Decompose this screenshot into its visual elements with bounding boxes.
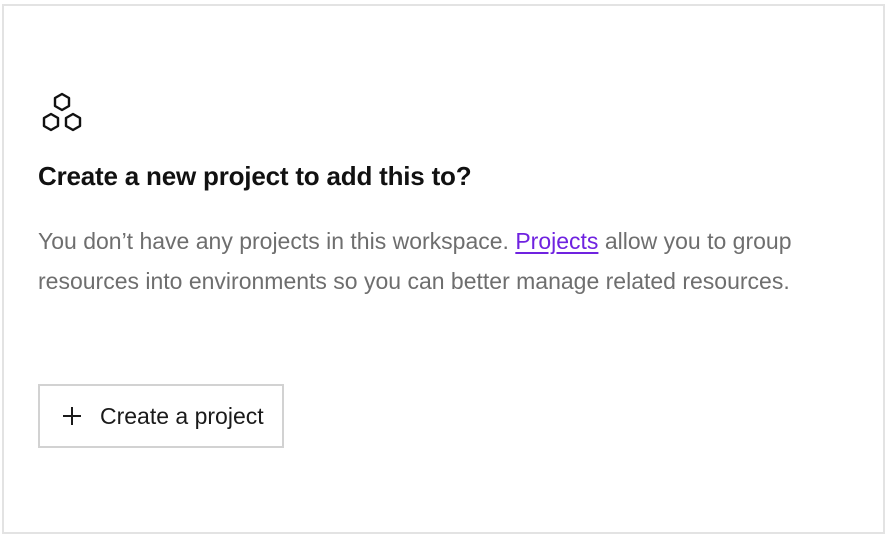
empty-state-card: Create a new project to add this to? You… [2, 4, 885, 534]
projects-link[interactable]: Projects [515, 228, 598, 254]
plus-icon [62, 406, 82, 426]
empty-state-description: You don’t have any projects in this work… [38, 221, 868, 301]
create-project-button-label: Create a project [100, 402, 264, 429]
create-project-button[interactable]: Create a project [38, 384, 284, 448]
hexagons-cluster-icon [38, 91, 86, 137]
description-text-before: You don’t have any projects in this work… [38, 228, 509, 254]
empty-state-title: Create a new project to add this to? [38, 161, 472, 191]
